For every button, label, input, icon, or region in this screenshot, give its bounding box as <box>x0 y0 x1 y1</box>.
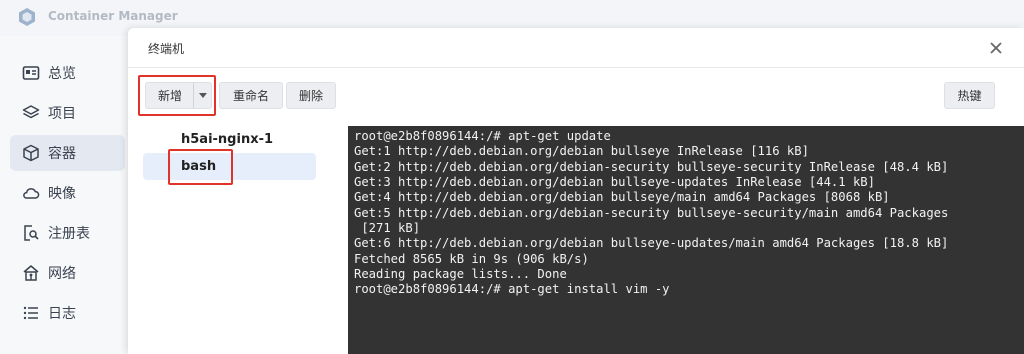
sidebar-item-label: 总览 <box>48 66 76 82</box>
sidebar-item-label: 容器 <box>48 146 76 162</box>
terminal-line: Get:1 http://deb.debian.org/debian bulls… <box>354 144 809 158</box>
sidebar-item-projects[interactable]: 项目 <box>10 95 125 131</box>
cloud-icon <box>23 188 40 199</box>
app-title: Container Manager <box>48 9 178 23</box>
dialog-title: 终端机 <box>148 42 185 56</box>
terminal-line: [271 kB] <box>354 221 421 235</box>
network-icon <box>23 265 39 281</box>
terminal-line: Get:2 http://deb.debian.org/debian-secur… <box>354 160 949 174</box>
sidebar-item-images[interactable]: 映像 <box>10 175 125 211</box>
terminal-line: Fetched 8565 kB in 9s (906 kB/s) <box>354 252 589 266</box>
close-icon[interactable] <box>988 40 1004 56</box>
sidebar-item-overview[interactable]: 总览 <box>10 55 125 91</box>
sidebar-item-label: 映像 <box>48 186 76 202</box>
layers-icon <box>22 105 40 119</box>
sidebar-item-registry[interactable]: 注册表 <box>10 215 125 251</box>
terminal-line: root@e2b8f0896144:/# apt-get install vim… <box>354 282 670 296</box>
delete-button[interactable]: 删除 <box>286 82 336 109</box>
sidebar-item-logs[interactable]: 日志 <box>10 295 125 331</box>
new-button-highlight <box>138 75 216 116</box>
registry-search-icon <box>24 225 39 241</box>
sidebar-item-label: 日志 <box>48 306 76 322</box>
container-manager-logo-icon <box>19 8 35 26</box>
terminal-dialog: 终端机 新增 重命名 删除 热键 h5ai-nginx-1 bash root@… <box>128 28 1024 354</box>
session-label: h5ai-nginx-1 <box>181 132 274 147</box>
rename-button[interactable]: 重命名 <box>219 82 283 109</box>
terminal-line: Get:6 http://deb.debian.org/debian bulls… <box>354 236 949 250</box>
list-icon <box>23 306 38 320</box>
dialog-divider <box>128 67 1024 68</box>
sidebar-item-label: 项目 <box>48 106 76 122</box>
sidebar-item-containers[interactable]: 容器 <box>10 135 125 171</box>
hotkey-button[interactable]: 热键 <box>944 82 995 109</box>
sidebar-item-label: 注册表 <box>48 226 90 242</box>
box-icon <box>23 144 39 162</box>
bash-session-highlight <box>168 149 233 185</box>
sidebar-item-label: 网络 <box>48 266 76 282</box>
overview-icon <box>22 66 40 80</box>
terminal-line: Reading package lists... Done <box>354 267 567 281</box>
sidebar-item-network[interactable]: 网络 <box>10 255 125 291</box>
terminal-line: Get:5 http://deb.debian.org/debian-secur… <box>354 206 949 220</box>
sidebar: 总览 项目 容器 映像 注册表 网络 日志 <box>0 36 130 354</box>
terminal-output[interactable]: root@e2b8f0896144:/# apt-get update Get:… <box>348 126 1024 354</box>
terminal-line: Get:3 http://deb.debian.org/debian bulls… <box>354 175 875 189</box>
terminal-line: root@e2b8f0896144:/# apt-get update <box>354 129 611 143</box>
terminal-line: Get:4 http://deb.debian.org/debian bulls… <box>354 190 890 204</box>
